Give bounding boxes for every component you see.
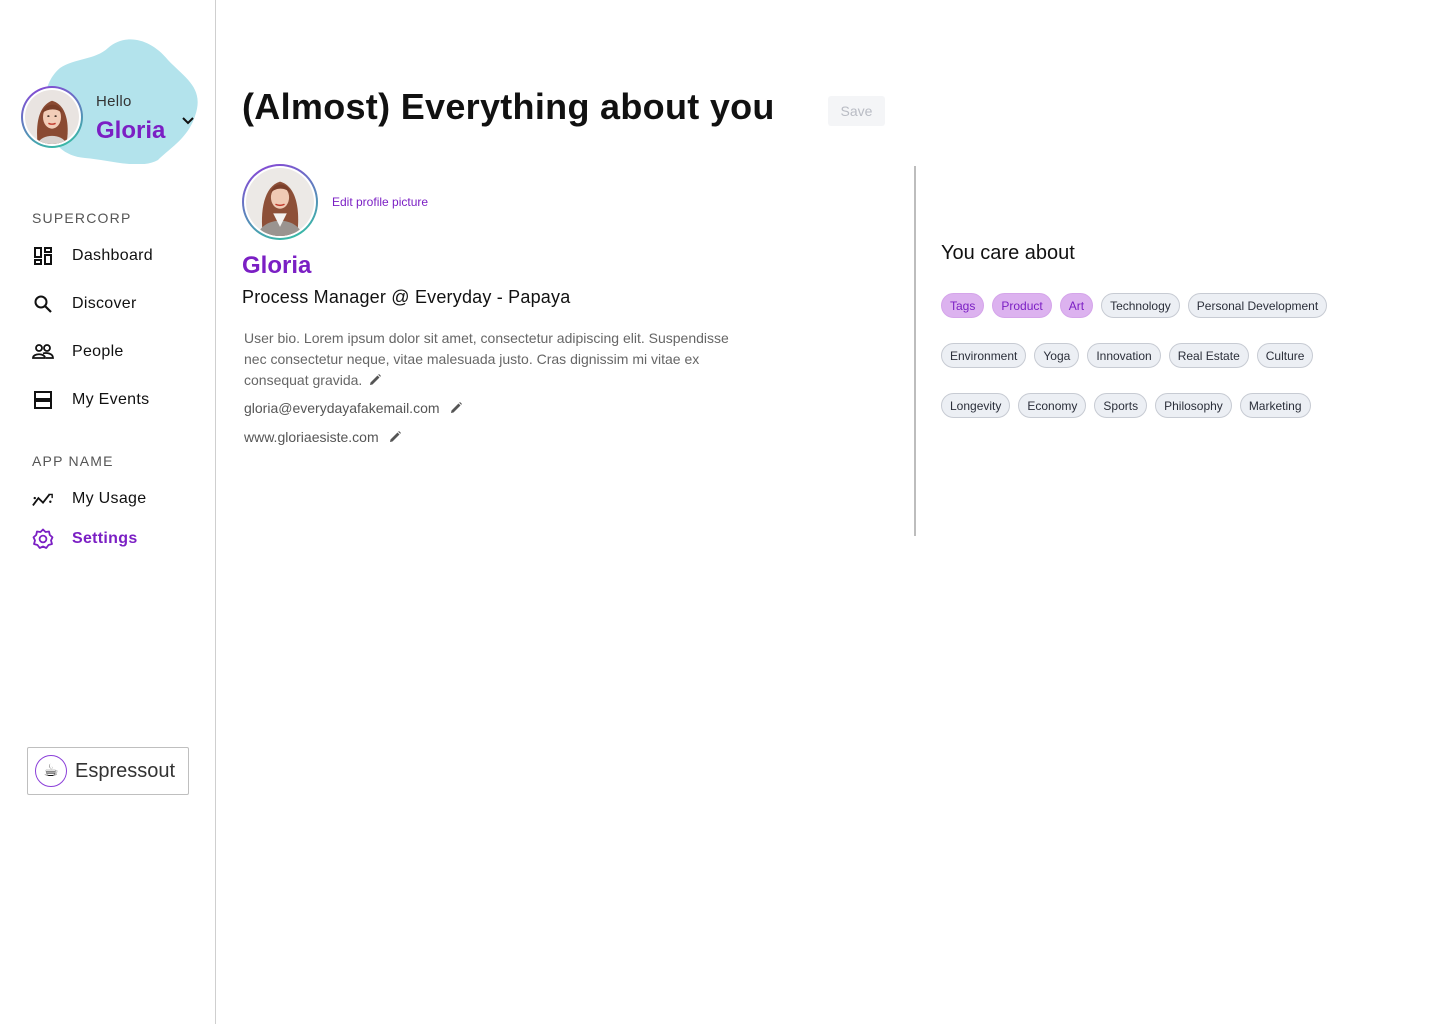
nav-item-people[interactable]: People — [32, 339, 124, 365]
people-icon — [32, 341, 54, 363]
nav-item-my-usage[interactable]: My Usage — [32, 486, 146, 512]
bio-text: User bio. Lorem ipsum dolor sit amet, co… — [244, 330, 729, 388]
nav-item-my-events[interactable]: My Events — [32, 387, 149, 413]
interest-tag-art[interactable]: Art — [1059, 293, 1094, 318]
interest-tag-row: Environment Yoga Innovation Real Estate … — [941, 343, 1314, 368]
interest-tag-row: Longevity Economy Sports Philosophy Mark… — [941, 393, 1311, 418]
profile-picture[interactable] — [242, 164, 318, 240]
interest-tag-economy[interactable]: Economy — [1018, 393, 1087, 418]
workspace-name: Espressout — [75, 759, 176, 782]
edit-bio-pencil-icon[interactable] — [368, 373, 382, 387]
interest-tag-technology[interactable]: Technology — [1101, 293, 1180, 318]
nav-item-discover[interactable]: Discover — [32, 291, 137, 317]
section-label-app-name: APP NAME — [32, 453, 114, 469]
search-icon — [32, 293, 54, 315]
interest-tag-personal-development[interactable]: Personal Development — [1187, 293, 1328, 318]
coffee-cup-icon: ☕ — [35, 755, 67, 787]
page-title: (Almost) Everything about you — [242, 86, 775, 127]
user-portrait-image — [25, 90, 79, 144]
interests-title: You care about — [941, 242, 1075, 264]
nav-label: Settings — [72, 530, 138, 547]
workspace-switcher[interactable]: ☕ Espressout — [27, 747, 189, 795]
sidebar: Hello Gloria SUPERCORP Dashboard Discove… — [0, 0, 216, 1024]
nav-label: Dashboard — [72, 247, 153, 264]
interest-tag-sports[interactable]: Sports — [1094, 393, 1148, 418]
user-name[interactable]: Gloria — [96, 117, 165, 145]
nav-label: Discover — [72, 295, 137, 312]
gear-icon — [32, 528, 54, 550]
greeting: Hello — [96, 93, 132, 110]
interest-tag-row: Tags Product Art Technology Personal Dev… — [941, 293, 1328, 318]
interest-tag-culture[interactable]: Culture — [1256, 343, 1314, 368]
events-icon — [32, 389, 54, 411]
profile-bio: User bio. Lorem ipsum dolor sit amet, co… — [244, 328, 754, 391]
interest-tag-longevity[interactable]: Longevity — [941, 393, 1011, 418]
nav-label: People — [72, 343, 124, 360]
profile-email-row: gloria@everydayafakemail.com — [244, 400, 463, 416]
interest-tag-tags[interactable]: Tags — [941, 293, 985, 318]
edit-website-pencil-icon[interactable] — [388, 430, 402, 444]
chevron-down-icon[interactable] — [180, 112, 196, 128]
user-avatar[interactable] — [21, 86, 83, 148]
interest-tag-innovation[interactable]: Innovation — [1087, 343, 1161, 368]
interest-tag-real-estate[interactable]: Real Estate — [1168, 343, 1249, 368]
nav-label: My Events — [72, 391, 150, 408]
section-label-supercorp: SUPERCORP — [32, 210, 132, 226]
nav-label: My Usage — [72, 490, 147, 507]
interest-tag-yoga[interactable]: Yoga — [1034, 343, 1080, 368]
profile-email: gloria@everydayafakemail.com — [244, 400, 440, 416]
save-button[interactable]: Save — [828, 96, 885, 126]
interest-tag-philosophy[interactable]: Philosophy — [1155, 393, 1232, 418]
profile-role: Process Manager @ Everyday - Papaya — [242, 287, 571, 307]
interest-tag-environment[interactable]: Environment — [941, 343, 1027, 368]
profile-name: Gloria — [242, 252, 312, 279]
usage-chart-icon — [32, 488, 54, 510]
edit-email-pencil-icon[interactable] — [449, 401, 463, 415]
profile-website-row: www.gloriaesiste.com — [244, 429, 402, 445]
profile-portrait-image — [246, 168, 314, 236]
profile-website: www.gloriaesiste.com — [244, 429, 379, 445]
nav-item-dashboard[interactable]: Dashboard — [32, 243, 153, 269]
interest-tag-product[interactable]: Product — [992, 293, 1052, 318]
interest-tag-marketing[interactable]: Marketing — [1239, 393, 1311, 418]
dashboard-icon — [32, 245, 54, 267]
edit-profile-picture-link[interactable]: Edit profile picture — [332, 195, 428, 209]
column-divider — [914, 166, 916, 536]
nav-item-settings[interactable]: Settings — [32, 526, 138, 552]
